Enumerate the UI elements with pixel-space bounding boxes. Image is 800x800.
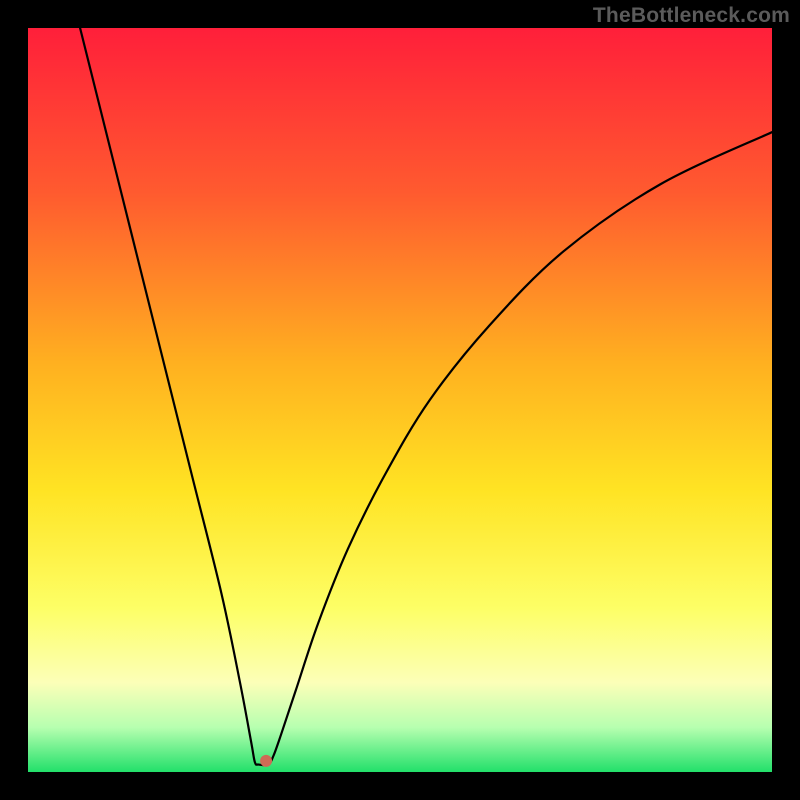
gradient-background xyxy=(28,28,772,772)
watermark-text: TheBottleneck.com xyxy=(593,4,790,28)
bottleneck-chart xyxy=(28,28,772,772)
optimum-marker xyxy=(260,755,272,767)
chart-frame xyxy=(28,28,772,772)
